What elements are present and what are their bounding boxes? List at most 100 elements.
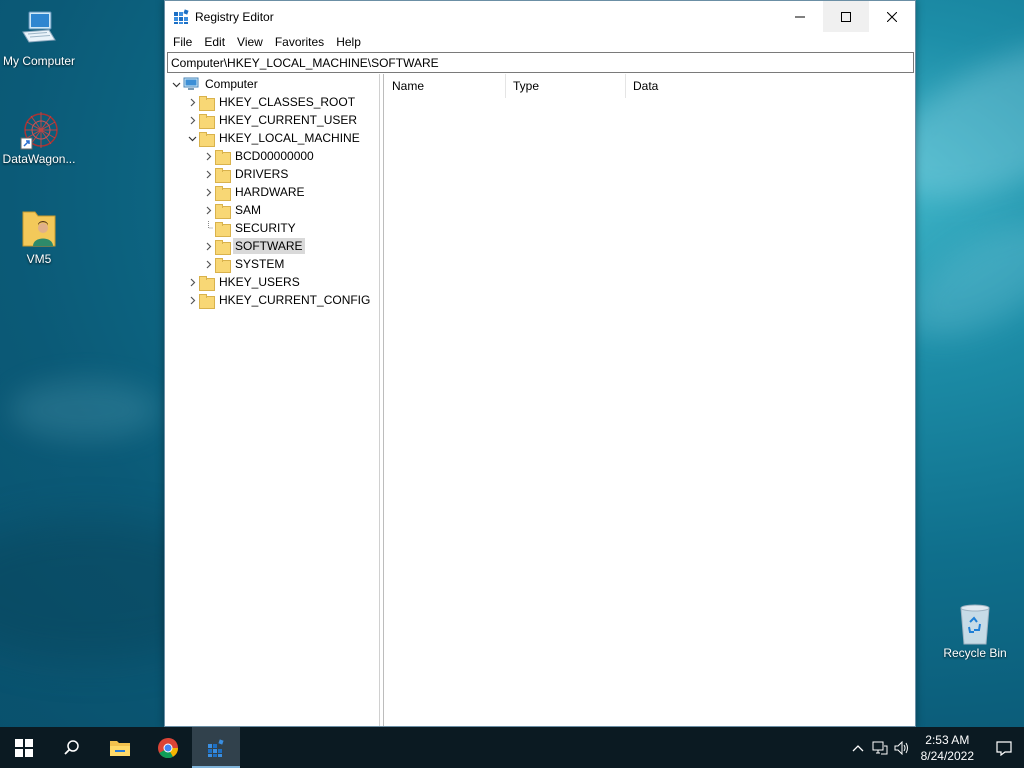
folder-icon [199, 275, 215, 291]
chevron-right-icon[interactable] [201, 149, 215, 163]
menu-file[interactable]: File [167, 35, 198, 49]
folder-icon [215, 239, 231, 255]
chevron-down-icon[interactable] [185, 131, 199, 145]
column-header-data[interactable]: Data [626, 74, 766, 98]
title-bar[interactable]: Registry Editor [165, 1, 915, 32]
desktop-icon-label: DataWagon... [2, 152, 76, 166]
chevron-right-icon[interactable] [185, 95, 199, 109]
notification-icon [996, 740, 1012, 756]
menu-view[interactable]: View [231, 35, 269, 49]
taskbar: 2:53 AM 8/24/2022 [0, 727, 1024, 768]
tree-item-hkey-current-user[interactable]: HKEY_CURRENT_USER [185, 111, 359, 129]
tree-item-hkey-local-machine[interactable]: HKEY_LOCAL_MACHINE [185, 129, 362, 147]
folder-icon [199, 113, 215, 129]
volume-icon[interactable] [891, 740, 913, 755]
action-center-button[interactable] [984, 727, 1024, 768]
chevron-right-icon[interactable] [201, 239, 215, 253]
desktop-icon-label: My Computer [2, 54, 76, 68]
search-button[interactable] [48, 727, 96, 768]
folder-icon [215, 203, 231, 219]
taskbar-registry-editor[interactable] [192, 727, 240, 768]
chevron-right-icon[interactable] [201, 257, 215, 271]
menu-favorites[interactable]: Favorites [269, 35, 330, 49]
chevron-right-icon[interactable] [201, 167, 215, 181]
desktop-icon-recycle-bin[interactable]: Recycle Bin [937, 602, 1013, 660]
clock-time: 2:53 AM [925, 732, 970, 747]
tree-connector [201, 221, 215, 235]
taskbar-file-explorer[interactable] [96, 727, 144, 768]
user-folder-icon [19, 208, 59, 248]
tree-item-software[interactable]: SOFTWARE [201, 237, 305, 255]
folder-icon [199, 293, 215, 309]
search-icon [64, 739, 79, 755]
tree-item-label: HKEY_CURRENT_CONFIG [219, 293, 371, 307]
folder-icon [215, 149, 231, 165]
regedit-icon [173, 8, 189, 25]
folder-icon [215, 221, 231, 237]
tree-item-hkey-current-config[interactable]: HKEY_CURRENT_CONFIG [185, 291, 372, 309]
tree-item-sam[interactable]: SAM [201, 201, 263, 219]
computer-icon [183, 77, 199, 91]
tree-item-system[interactable]: SYSTEM [201, 255, 286, 273]
chevron-down-icon[interactable] [169, 77, 183, 91]
computer-icon [19, 10, 59, 50]
tree-item-label: SYSTEM [235, 257, 285, 271]
column-header-name[interactable]: Name [385, 74, 506, 98]
datawagon-icon [19, 108, 59, 150]
tree-item-label: SAM [235, 203, 262, 217]
folder-open-icon [199, 131, 215, 147]
registry-editor-window: Registry Editor File Edit View Favorites… [164, 0, 916, 727]
column-header-type[interactable]: Type [506, 74, 626, 98]
address-bar[interactable]: Computer\HKEY_LOCAL_MACHINE\SOFTWARE [167, 52, 914, 73]
tree-item-label: DRIVERS [235, 167, 289, 181]
folder-icon [215, 185, 231, 201]
tree-item-label: HKEY_LOCAL_MACHINE [219, 131, 360, 145]
start-button[interactable] [0, 727, 48, 768]
registry-tree[interactable]: Computer HKEY_CLASSES_ROOT HKEY_CURRENT_… [165, 74, 380, 726]
clock[interactable]: 2:53 AM 8/24/2022 [913, 732, 984, 764]
chevron-right-icon[interactable] [185, 113, 199, 127]
tree-item-label: SECURITY [235, 221, 296, 235]
tree-item-bcd00000000[interactable]: BCD00000000 [201, 147, 316, 165]
close-button[interactable] [869, 1, 915, 32]
folder-icon [199, 95, 215, 111]
menu-bar: File Edit View Favorites Help [165, 32, 915, 51]
clock-date: 8/24/2022 [920, 748, 974, 763]
chevron-right-icon[interactable] [201, 203, 215, 217]
folder-icon [215, 167, 231, 183]
tree-item-security[interactable]: SECURITY [201, 219, 298, 237]
network-icon[interactable] [869, 741, 891, 755]
pane-splitter[interactable] [380, 74, 384, 726]
menu-help[interactable]: Help [330, 35, 367, 49]
regedit-icon [208, 738, 224, 757]
windows-logo-icon [15, 738, 33, 757]
desktop-icon-vm5[interactable]: VM5 [1, 208, 77, 266]
column-headers: Name Type Data [385, 74, 915, 98]
tree-item-hkey-classes-root[interactable]: HKEY_CLASSES_ROOT [185, 93, 357, 111]
folder-icon [215, 257, 231, 273]
tree-item-computer[interactable]: Computer [169, 75, 260, 93]
address-text: Computer\HKEY_LOCAL_MACHINE\SOFTWARE [171, 55, 439, 70]
chevron-right-icon[interactable] [185, 275, 199, 289]
desktop-icon-my-computer[interactable]: My Computer [1, 10, 77, 68]
chevron-right-icon[interactable] [201, 185, 215, 199]
menu-edit[interactable]: Edit [198, 35, 231, 49]
taskbar-chrome[interactable] [144, 727, 192, 768]
maximize-button[interactable] [823, 1, 869, 32]
tree-item-label: HKEY_CURRENT_USER [219, 113, 358, 127]
tree-item-hardware[interactable]: HARDWARE [201, 183, 307, 201]
minimize-button[interactable] [777, 1, 823, 32]
tree-item-hkey-users[interactable]: HKEY_USERS [185, 273, 302, 291]
tree-item-label: HKEY_USERS [219, 275, 300, 289]
minimize-icon [795, 16, 805, 17]
maximize-icon [841, 11, 851, 22]
values-list[interactable]: Name Type Data [385, 74, 915, 726]
system-tray: 2:53 AM 8/24/2022 [847, 727, 1024, 768]
close-icon [887, 11, 897, 22]
chevron-up-icon [852, 744, 864, 751]
chevron-right-icon[interactable] [185, 293, 199, 307]
desktop-icon-datawagon[interactable]: DataWagon... [1, 108, 77, 166]
show-hidden-icons-button[interactable] [847, 744, 869, 752]
tree-item-drivers[interactable]: DRIVERS [201, 165, 290, 183]
recycle-bin-icon [955, 602, 995, 645]
